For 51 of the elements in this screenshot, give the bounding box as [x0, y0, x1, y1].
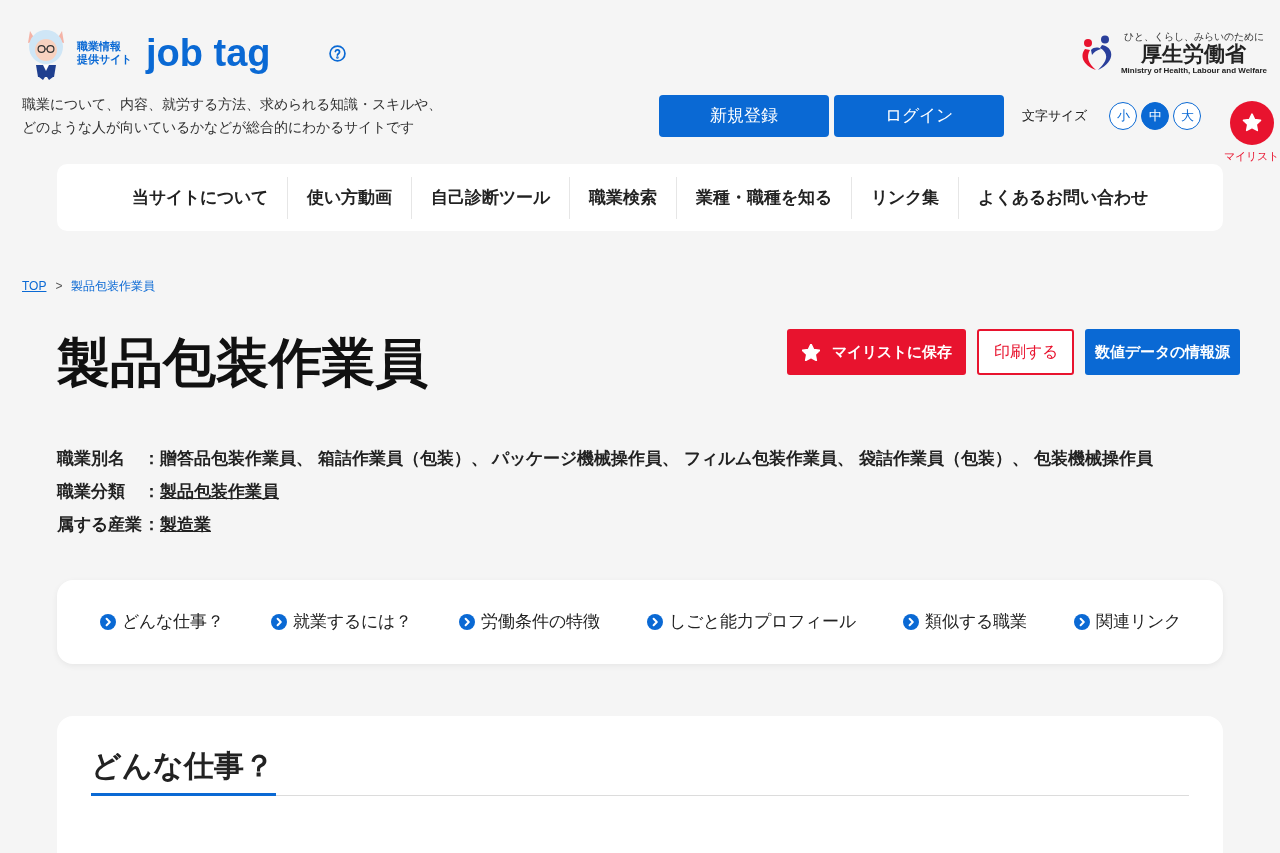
breadcrumb-separator: > [55, 278, 63, 295]
chevron-right-icon [647, 614, 663, 630]
nav-link[interactable]: 職業検索 [570, 184, 676, 211]
mylist-button[interactable]: マイリスト [1224, 101, 1279, 162]
nav-link[interactable]: 業種・職種を知る [677, 184, 851, 211]
attribute-label: 職業分類 [57, 481, 126, 503]
ministry-tagline: ひと、くらし、みらいのために [1123, 31, 1264, 42]
font-size-option[interactable]: 大 [1173, 102, 1201, 130]
font-size-label: 文字サイズ [1022, 107, 1087, 126]
page-anchor-link[interactable]: 類似する職業 [903, 609, 1027, 635]
page-anchor-link[interactable]: しごと能力プロフィール [647, 609, 856, 635]
breadcrumb-link[interactable]: TOP [22, 277, 47, 295]
nav-link[interactable]: リンク集 [852, 184, 958, 211]
register-button[interactable]: 新規登録 [659, 95, 829, 137]
attribute-label: 属する産業 [57, 514, 143, 536]
attribute-link[interactable]: 製品包装作業員 [160, 475, 279, 508]
chevron-right-icon [271, 614, 287, 630]
logo-wordmark[interactable]: job tag [146, 34, 271, 72]
chevron-right-icon [459, 614, 475, 630]
chevron-right-icon [1074, 614, 1090, 630]
page-anchor-link[interactable]: 関連リンク [1074, 609, 1181, 635]
login-button[interactable]: ログイン [834, 95, 1004, 137]
nav-link[interactable]: 自己診断ツール [412, 184, 569, 211]
attribute-colon: ： [143, 481, 160, 503]
attribute-colon: ： [143, 514, 160, 536]
star-icon [801, 343, 820, 361]
attribute-colon: ： [143, 448, 160, 470]
chevron-right-icon [903, 614, 919, 630]
ministry-name: 厚生労働省 [1141, 42, 1247, 66]
font-size-option[interactable]: 小 [1109, 102, 1137, 130]
logo-subtitle: 職業情報 提供サイト [77, 40, 132, 66]
nav-link[interactable]: よくあるお問い合わせ [959, 184, 1167, 211]
page-anchor-link[interactable]: どんな仕事？ [100, 609, 224, 635]
chevron-right-icon [100, 614, 116, 630]
breadcrumb-current: 製品包装作業員 [71, 278, 156, 295]
help-icon[interactable] [328, 44, 346, 62]
section-heading: どんな仕事？ [91, 746, 276, 796]
attribute-label: 職業別名 [57, 448, 126, 470]
nav-link[interactable]: 使い方動画 [288, 184, 411, 211]
attribute-link[interactable]: 製造業 [160, 508, 211, 541]
page-title: 製品包装作業員 [57, 333, 428, 393]
nav-link[interactable]: 当サイトについて [113, 184, 287, 211]
page-anchor-link[interactable]: 労働条件の特徴 [459, 609, 600, 635]
page-anchor-link[interactable]: 就業するには？ [271, 609, 412, 635]
print-button[interactable]: 印刷する [977, 329, 1074, 375]
data-source-button[interactable]: 数値データの情報源 [1085, 329, 1240, 375]
ministry-english: Ministry of Health, Labour and Welfare [1120, 66, 1267, 75]
font-size-option[interactable]: 中 [1141, 102, 1169, 130]
site-description: 職業について、内容、就労する方法、求められる知識・スキルや、 どのような人が向いているかなどが総合的にわかるサイトです [22, 95, 442, 137]
attribute-value: 贈答品包装作業員、 箱詰作業員（包装）、 パッケージ機械操作員、 フィルム包装作業員、 袋詰作業員（包装）、 包装機械操作員 [160, 448, 1153, 470]
save-to-mylist-button[interactable]: マイリストに保存 [787, 329, 966, 375]
